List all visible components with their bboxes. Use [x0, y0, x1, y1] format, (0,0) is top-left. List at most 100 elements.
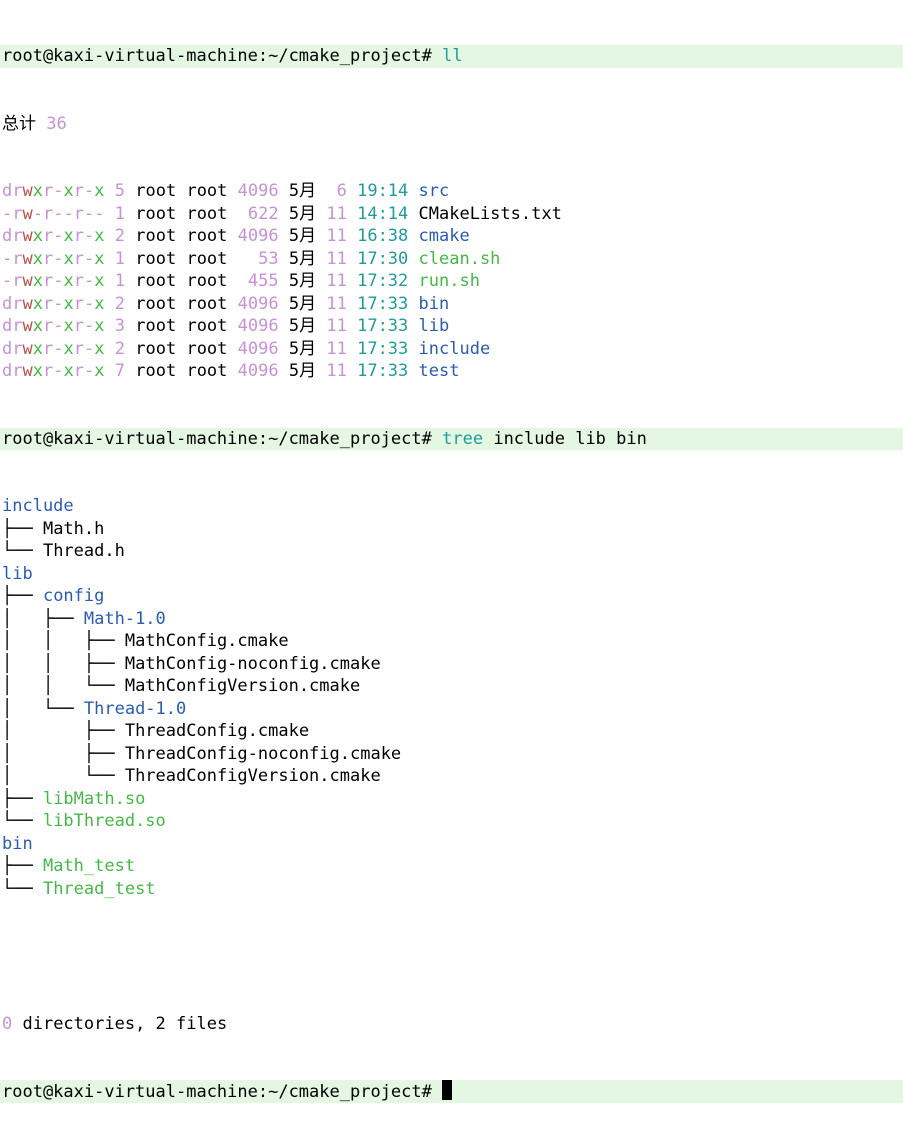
text-cursor[interactable]	[442, 1080, 453, 1100]
prompt-line-3[interactable]: root@kaxi-virtual-machine:~/cmake_projec…	[0, 1080, 903, 1103]
listing-row: drwxr-xr-x 3 root root 4096 5月 11 17:33 …	[2, 315, 903, 338]
tree-entry-name[interactable]: Thread.h	[43, 541, 125, 561]
time: 17:33	[357, 316, 409, 336]
tree-row: ├── Math_test	[2, 855, 903, 878]
file-size: 622	[237, 203, 279, 224]
tree-entry-name[interactable]: include	[2, 496, 74, 516]
month: 5月	[288, 361, 317, 381]
tree-entry-name[interactable]: Math-1.0	[84, 609, 166, 629]
day: 11	[326, 226, 347, 246]
tree-entry-name[interactable]: ThreadConfig.cmake	[125, 721, 309, 741]
file-name[interactable]: CMakeLists.txt	[419, 204, 562, 224]
tree-row: │ └── ThreadConfigVersion.cmake	[2, 765, 903, 788]
group: root	[186, 338, 228, 359]
tree-entry-name[interactable]: ThreadConfig-noconfig.cmake	[125, 744, 401, 764]
owner: root	[135, 316, 177, 336]
tree-branch: └──	[2, 811, 43, 831]
tree-row: lib	[2, 563, 903, 586]
file-size: 4096	[237, 293, 279, 314]
tree-branch: │ │ ├──	[2, 631, 125, 651]
link-count: 3	[114, 316, 125, 336]
tree-row: │ ├── Math-1.0	[2, 608, 903, 631]
listing-row: drwxr-xr-x 7 root root 4096 5月 11 17:33 …	[2, 360, 903, 383]
owner: root	[135, 181, 177, 201]
time: 17:30	[357, 248, 409, 269]
tree-entry-name[interactable]: config	[43, 586, 104, 606]
file-name[interactable]: run.sh	[419, 271, 480, 291]
total-value: 36	[46, 113, 67, 134]
tree-branch: │ ├──	[2, 608, 84, 629]
permissions: -rwxr-xr-x	[2, 248, 105, 269]
month: 5月	[288, 316, 317, 336]
tree-row: ├── libMath.so	[2, 788, 903, 811]
day: 11	[326, 293, 347, 314]
permissions: drwxr-xr-x	[2, 338, 105, 359]
tree-row: ├── Math.h	[2, 518, 903, 541]
tree-row: │ │ ├── MathConfig.cmake	[2, 630, 903, 653]
shell-prompt: root@kaxi-virtual-machine:~/cmake_projec…	[2, 428, 432, 449]
permissions: drwxr-xr-x	[2, 361, 105, 381]
tree-entry-name[interactable]: libMath.so	[43, 789, 145, 809]
command-tree: tree	[442, 428, 484, 449]
file-name[interactable]: test	[419, 361, 460, 381]
file-name[interactable]: src	[419, 181, 450, 201]
tree-branch: ├──	[2, 788, 43, 809]
time: 17:33	[357, 293, 409, 314]
listing-row: drwxr-xr-x 5 root root 4096 5月 6 19:14 s…	[2, 180, 903, 203]
tree-branch: ├──	[2, 856, 43, 876]
month: 5月	[288, 338, 317, 359]
time: 17:33	[357, 361, 409, 381]
listing-row: drwxr-xr-x 2 root root 4096 5月 11 17:33 …	[2, 293, 903, 316]
permissions: drwxr-xr-x	[2, 293, 105, 314]
tree-row: └── libThread.so	[2, 810, 903, 833]
link-count: 2	[114, 226, 125, 246]
listing-row: -rwxr-xr-x 1 root root 455 5月 11 17:32 r…	[2, 270, 903, 293]
file-size: 4096	[237, 316, 279, 336]
summary-line: 0 directories, 2 files	[2, 1013, 903, 1036]
listing-row: drwxr-xr-x 2 root root 4096 5月 11 17:33 …	[2, 338, 903, 361]
time: 14:14	[357, 203, 409, 224]
tree-row: │ ├── ThreadConfig.cmake	[2, 720, 903, 743]
tree-branch: │ ├──	[2, 743, 125, 764]
tree-entry-name[interactable]: Math.h	[43, 519, 104, 539]
tree-entry-name[interactable]: bin	[2, 834, 33, 854]
permissions: drwxr-xr-x	[2, 316, 105, 336]
total-label: 总计	[2, 113, 36, 134]
time: 19:14	[357, 181, 409, 201]
file-name[interactable]: cmake	[419, 226, 470, 246]
total-line: 总计 36	[2, 113, 903, 136]
file-name[interactable]: lib	[419, 316, 450, 336]
tree-entry-name[interactable]: Math_test	[43, 856, 135, 876]
day: 11	[326, 271, 347, 291]
owner: root	[135, 226, 177, 246]
tree-entry-name[interactable]: lib	[2, 564, 33, 584]
link-count: 1	[114, 203, 125, 224]
file-name[interactable]: clean.sh	[419, 249, 501, 269]
tree-entry-name[interactable]: MathConfigVersion.cmake	[125, 676, 360, 696]
tree-entry-name[interactable]: ThreadConfigVersion.cmake	[125, 766, 381, 786]
group: root	[186, 181, 228, 201]
prompt-line-2: root@kaxi-virtual-machine:~/cmake_projec…	[0, 427, 903, 450]
tree-branch: └──	[2, 541, 43, 561]
month: 5月	[288, 203, 317, 224]
terminal-window[interactable]: root@kaxi-virtual-machine:~/cmake_projec…	[0, 0, 903, 1125]
tree-row: └── Thread.h	[2, 540, 903, 563]
tree-entry-name[interactable]: Thread-1.0	[84, 699, 186, 719]
link-count: 1	[114, 271, 125, 291]
group: root	[186, 226, 228, 246]
permissions: -rwxr-xr-x	[2, 271, 105, 291]
tree-row: include	[2, 495, 903, 518]
tree-entry-name[interactable]: MathConfig-noconfig.cmake	[125, 654, 381, 674]
file-name[interactable]: include	[419, 339, 491, 359]
time: 17:32	[357, 271, 409, 291]
file-name[interactable]: bin	[419, 294, 450, 314]
tree-entry-name[interactable]: MathConfig.cmake	[125, 631, 289, 651]
tree-row: └── Thread_test	[2, 878, 903, 901]
link-count: 7	[114, 361, 125, 381]
tree-entry-name[interactable]: Thread_test	[43, 879, 156, 899]
tree-entry-name[interactable]: libThread.so	[43, 811, 166, 831]
link-count: 1	[114, 248, 125, 269]
link-count: 2	[114, 293, 125, 314]
group: root	[186, 248, 228, 269]
tree-branch: ├──	[2, 518, 43, 539]
